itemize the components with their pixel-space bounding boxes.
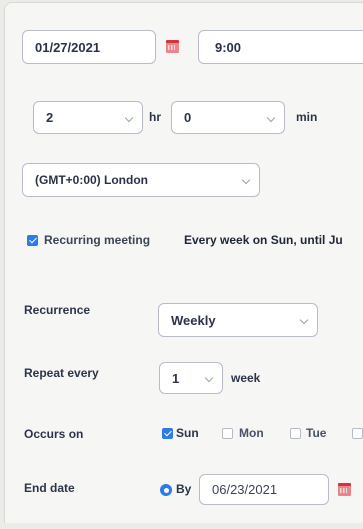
recurrence-summary: Every week on Sun, until Ju: [184, 233, 343, 247]
day-checkbox-tue[interactable]: [290, 428, 301, 439]
chevron-down-icon: [266, 113, 276, 122]
repeat-every-label: Repeat every: [24, 366, 99, 380]
chevron-down-icon: [204, 373, 214, 383]
end-date-input[interactable]: 06/23/2021: [199, 474, 329, 505]
end-date-value: 06/23/2021: [212, 482, 278, 497]
day-checkbox-sun[interactable]: [162, 428, 173, 439]
day-label-mon: Mon: [239, 426, 264, 440]
recurring-meeting-label: Recurring meeting: [44, 233, 151, 247]
start-time-value: 9:00: [215, 39, 242, 55]
hours-unit-label: hr: [149, 110, 161, 124]
duration-hours-select[interactable]: 2: [33, 101, 143, 134]
repeat-interval-select[interactable]: 1: [159, 362, 223, 394]
recurrence-label: Recurrence: [24, 303, 91, 317]
minutes-unit-label: min: [296, 110, 318, 124]
start-time-input[interactable]: 9:00: [198, 30, 363, 64]
occurs-on-label: Occurs on: [24, 427, 84, 441]
end-date-label: End date: [24, 481, 75, 495]
repeat-interval-value: 1: [172, 370, 180, 386]
end-by-label: By: [176, 482, 192, 496]
chevron-down-icon: [299, 315, 309, 325]
repeat-unit-label: week: [231, 371, 261, 385]
duration-hours-value: 2: [46, 110, 54, 125]
meeting-schedule-form: 01/27/2021 9:00 2 hr 0 min (GMT+0:00) Lo…: [0, 0, 363, 529]
day-checkbox-wed[interactable]: [352, 428, 363, 439]
duration-minutes-select[interactable]: 0: [171, 101, 285, 134]
day-checkbox-mon[interactable]: [222, 428, 233, 439]
recurrence-select[interactable]: Weekly: [158, 303, 318, 337]
calendar-icon[interactable]: [338, 483, 351, 496]
day-label-tue: Tue: [306, 426, 327, 440]
start-date-input[interactable]: 01/27/2021: [22, 30, 156, 64]
chevron-down-icon: [241, 175, 251, 185]
end-by-date-radio[interactable]: [160, 484, 172, 496]
day-label-sun: Sun: [176, 426, 199, 440]
calendar-icon[interactable]: [166, 40, 179, 53]
start-date-value: 01/27/2021: [35, 39, 101, 55]
timezone-value: (GMT+0:00) London: [35, 173, 148, 187]
recurrence-value: Weekly: [171, 312, 216, 328]
duration-minutes-value: 0: [184, 110, 192, 125]
recurring-meeting-checkbox[interactable]: [27, 235, 38, 246]
timezone-select[interactable]: (GMT+0:00) London: [22, 163, 260, 197]
chevron-down-icon: [124, 113, 134, 122]
form-panel: [4, 2, 363, 523]
